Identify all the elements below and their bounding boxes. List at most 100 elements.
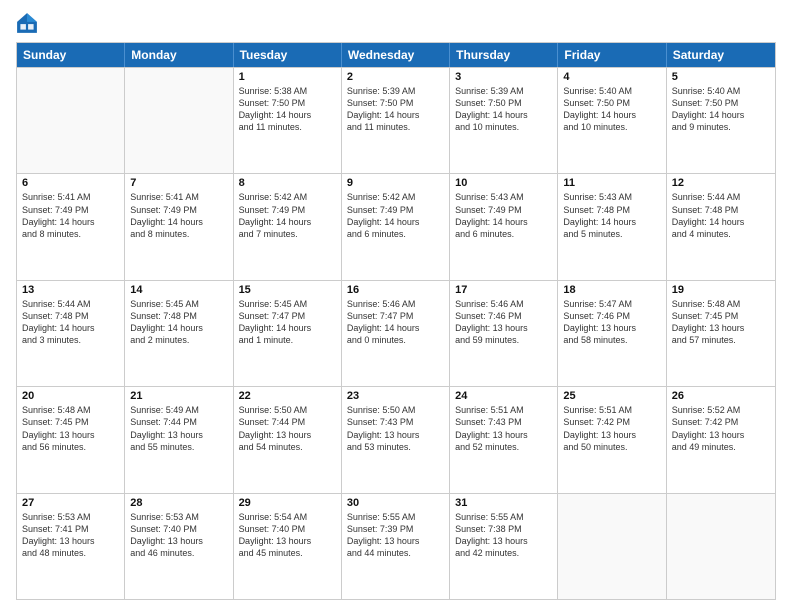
calendar-cell: 8 Sunrise: 5:42 AM Sunset: 7:49 PM Daylig… — [234, 174, 342, 279]
day-number: 5 — [672, 71, 770, 83]
logo — [16, 12, 42, 34]
day-number: 4 — [563, 71, 660, 83]
calendar-cell: 9 Sunrise: 5:42 AM Sunset: 7:49 PM Daylig… — [342, 174, 450, 279]
cell-info: Sunrise: 5:54 AM Sunset: 7:40 PM Dayligh… — [239, 511, 336, 560]
calendar-cell: 19 Sunrise: 5:48 AM Sunset: 7:45 PM Dayli… — [667, 281, 775, 386]
cell-info: Sunrise: 5:44 AM Sunset: 7:48 PM Dayligh… — [22, 298, 119, 347]
calendar-cell — [558, 494, 666, 599]
cell-info: Sunrise: 5:42 AM Sunset: 7:49 PM Dayligh… — [239, 191, 336, 240]
cell-info: Sunrise: 5:52 AM Sunset: 7:42 PM Dayligh… — [672, 404, 770, 453]
cell-info: Sunrise: 5:41 AM Sunset: 7:49 PM Dayligh… — [22, 191, 119, 240]
logo-icon — [16, 12, 38, 34]
cell-info: Sunrise: 5:46 AM Sunset: 7:47 PM Dayligh… — [347, 298, 444, 347]
calendar-cell: 5 Sunrise: 5:40 AM Sunset: 7:50 PM Daylig… — [667, 68, 775, 173]
calendar-row-2: 6 Sunrise: 5:41 AM Sunset: 7:49 PM Daylig… — [17, 173, 775, 279]
day-number: 25 — [563, 390, 660, 402]
day-number: 19 — [672, 284, 770, 296]
calendar-cell: 16 Sunrise: 5:46 AM Sunset: 7:47 PM Dayli… — [342, 281, 450, 386]
day-number: 26 — [672, 390, 770, 402]
day-number: 3 — [455, 71, 552, 83]
day-number: 21 — [130, 390, 227, 402]
cell-info: Sunrise: 5:51 AM Sunset: 7:42 PM Dayligh… — [563, 404, 660, 453]
calendar-cell: 28Sunrise: 5:53 AM Sunset: 7:40 PM Dayli… — [125, 494, 233, 599]
calendar-header-row: SundayMondayTuesdayWednesdayThursdayFrid… — [17, 43, 775, 67]
calendar-cell: 17 Sunrise: 5:46 AM Sunset: 7:46 PM Dayli… — [450, 281, 558, 386]
day-number: 18 — [563, 284, 660, 296]
calendar-cell: 13 Sunrise: 5:44 AM Sunset: 7:48 PM Dayli… — [17, 281, 125, 386]
weekday-header-thursday: Thursday — [450, 43, 558, 67]
cell-info: Sunrise: 5:48 AM Sunset: 7:45 PM Dayligh… — [22, 404, 119, 453]
cell-info: Sunrise: 5:41 AM Sunset: 7:49 PM Dayligh… — [130, 191, 227, 240]
calendar-cell: 21 Sunrise: 5:49 AM Sunset: 7:44 PM Dayli… — [125, 387, 233, 492]
calendar-cell: 18 Sunrise: 5:47 AM Sunset: 7:46 PM Dayli… — [558, 281, 666, 386]
weekday-header-monday: Monday — [125, 43, 233, 67]
cell-info: Sunrise: 5:48 AM Sunset: 7:45 PM Dayligh… — [672, 298, 770, 347]
calendar-cell: 7 Sunrise: 5:41 AM Sunset: 7:49 PM Daylig… — [125, 174, 233, 279]
calendar-cell: 31 Sunrise: 5:55 AM Sunset: 7:38 PM Dayli… — [450, 494, 558, 599]
calendar-row-3: 13 Sunrise: 5:44 AM Sunset: 7:48 PM Dayli… — [17, 280, 775, 386]
day-number: 11 — [563, 177, 660, 189]
day-number: 7 — [130, 177, 227, 189]
cell-info: Sunrise: 5:46 AM Sunset: 7:46 PM Dayligh… — [455, 298, 552, 347]
day-number: 9 — [347, 177, 444, 189]
day-number: 1 — [239, 71, 336, 83]
cell-info: Sunrise: 5:45 AM Sunset: 7:48 PM Dayligh… — [130, 298, 227, 347]
calendar-cell: 25 Sunrise: 5:51 AM Sunset: 7:42 PM Dayli… — [558, 387, 666, 492]
cell-info: Sunrise: 5:47 AM Sunset: 7:46 PM Dayligh… — [563, 298, 660, 347]
calendar-cell: 11 Sunrise: 5:43 AM Sunset: 7:48 PM Dayli… — [558, 174, 666, 279]
calendar-cell: 2Sunrise: 5:39 AM Sunset: 7:50 PM Daylig… — [342, 68, 450, 173]
cell-info: Sunrise: 5:55 AM Sunset: 7:38 PM Dayligh… — [455, 511, 552, 560]
calendar-cell: 10Sunrise: 5:43 AM Sunset: 7:49 PM Dayli… — [450, 174, 558, 279]
cell-info: Sunrise: 5:43 AM Sunset: 7:48 PM Dayligh… — [563, 191, 660, 240]
cell-info: Sunrise: 5:40 AM Sunset: 7:50 PM Dayligh… — [672, 85, 770, 134]
day-number: 16 — [347, 284, 444, 296]
calendar-cell: 15 Sunrise: 5:45 AM Sunset: 7:47 PM Dayli… — [234, 281, 342, 386]
header — [16, 12, 776, 34]
day-number: 6 — [22, 177, 119, 189]
day-number: 17 — [455, 284, 552, 296]
weekday-header-wednesday: Wednesday — [342, 43, 450, 67]
calendar-cell: 1Sunrise: 5:38 AM Sunset: 7:50 PM Daylig… — [234, 68, 342, 173]
calendar-cell — [667, 494, 775, 599]
weekday-header-friday: Friday — [558, 43, 666, 67]
day-number: 20 — [22, 390, 119, 402]
calendar-row-5: 27 Sunrise: 5:53 AM Sunset: 7:41 PM Dayli… — [17, 493, 775, 599]
day-number: 29 — [239, 497, 336, 509]
day-number: 8 — [239, 177, 336, 189]
weekday-header-saturday: Saturday — [667, 43, 775, 67]
cell-info: Sunrise: 5:45 AM Sunset: 7:47 PM Dayligh… — [239, 298, 336, 347]
page: SundayMondayTuesdayWednesdayThursdayFrid… — [0, 0, 792, 612]
calendar-cell: 30 Sunrise: 5:55 AM Sunset: 7:39 PM Dayli… — [342, 494, 450, 599]
calendar-cell — [125, 68, 233, 173]
day-number: 24 — [455, 390, 552, 402]
calendar-cell: 20 Sunrise: 5:48 AM Sunset: 7:45 PM Dayli… — [17, 387, 125, 492]
day-number: 15 — [239, 284, 336, 296]
calendar-cell: 6 Sunrise: 5:41 AM Sunset: 7:49 PM Daylig… — [17, 174, 125, 279]
cell-info: Sunrise: 5:49 AM Sunset: 7:44 PM Dayligh… — [130, 404, 227, 453]
weekday-header-sunday: Sunday — [17, 43, 125, 67]
day-number: 10 — [455, 177, 552, 189]
cell-info: Sunrise: 5:55 AM Sunset: 7:39 PM Dayligh… — [347, 511, 444, 560]
cell-info: Sunrise: 5:44 AM Sunset: 7:48 PM Dayligh… — [672, 191, 770, 240]
day-number: 13 — [22, 284, 119, 296]
cell-info: Sunrise: 5:53 AM Sunset: 7:41 PM Dayligh… — [22, 511, 119, 560]
day-number: 30 — [347, 497, 444, 509]
cell-info: Sunrise: 5:50 AM Sunset: 7:44 PM Dayligh… — [239, 404, 336, 453]
calendar-cell: 29 Sunrise: 5:54 AM Sunset: 7:40 PM Dayli… — [234, 494, 342, 599]
day-number: 27 — [22, 497, 119, 509]
calendar-row-4: 20 Sunrise: 5:48 AM Sunset: 7:45 PM Dayli… — [17, 386, 775, 492]
calendar-cell: 4 Sunrise: 5:40 AM Sunset: 7:50 PM Daylig… — [558, 68, 666, 173]
cell-info: Sunrise: 5:42 AM Sunset: 7:49 PM Dayligh… — [347, 191, 444, 240]
calendar-cell — [17, 68, 125, 173]
day-number: 31 — [455, 497, 552, 509]
calendar-cell: 22Sunrise: 5:50 AM Sunset: 7:44 PM Dayli… — [234, 387, 342, 492]
day-number: 2 — [347, 71, 444, 83]
calendar-body: 1Sunrise: 5:38 AM Sunset: 7:50 PM Daylig… — [17, 67, 775, 599]
calendar-cell: 24Sunrise: 5:51 AM Sunset: 7:43 PM Dayli… — [450, 387, 558, 492]
cell-info: Sunrise: 5:40 AM Sunset: 7:50 PM Dayligh… — [563, 85, 660, 134]
calendar-cell: 27 Sunrise: 5:53 AM Sunset: 7:41 PM Dayli… — [17, 494, 125, 599]
cell-info: Sunrise: 5:50 AM Sunset: 7:43 PM Dayligh… — [347, 404, 444, 453]
weekday-header-tuesday: Tuesday — [234, 43, 342, 67]
calendar-cell: 3Sunrise: 5:39 AM Sunset: 7:50 PM Daylig… — [450, 68, 558, 173]
calendar-cell: 23Sunrise: 5:50 AM Sunset: 7:43 PM Dayli… — [342, 387, 450, 492]
